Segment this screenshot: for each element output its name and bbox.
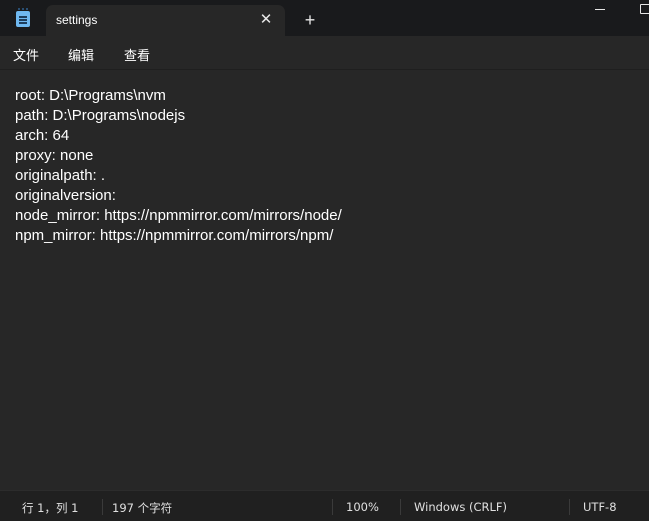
cursor-position: 行 1，列 1 [22,501,79,515]
maximize-icon[interactable] [640,4,649,14]
editor-line: proxy: none [15,147,94,164]
menu-edit[interactable]: 编辑 [68,45,94,64]
status-bar: 行 1，列 1 197 个字符 100% Windows (CRLF) UTF-… [0,490,649,521]
editor-line: node_mirror: https://npmmirror.com/mirro… [15,207,342,224]
close-tab-icon[interactable]: ✕ [255,9,277,31]
title-bar: settings ✕ + [0,0,649,36]
status-divider [332,499,333,515]
zoom-level[interactable]: 100% [346,500,379,514]
status-divider [102,499,103,515]
menu-view[interactable]: 查看 [124,45,150,64]
editor-line: originalpath: . [15,167,106,184]
status-divider [400,499,401,515]
editor-line: path: D:\Programs\nodejs [15,107,186,124]
text-editor[interactable]: root: D:\Programs\nvm path: D:\Programs\… [0,70,649,490]
menu-bar: 文件 编辑 查看 [0,36,649,70]
editor-line: originalversion: [15,187,116,204]
minimize-icon[interactable] [595,9,605,10]
status-divider [569,499,570,515]
editor-line: npm_mirror: https://npmmirror.com/mirror… [15,227,334,244]
character-count: 197 个字符 [112,501,173,515]
menu-file[interactable]: 文件 [13,45,39,64]
line-ending[interactable]: Windows (CRLF) [414,500,507,514]
tab-settings[interactable]: settings ✕ [46,5,285,36]
encoding[interactable]: UTF-8 [583,500,617,514]
new-tab-button[interactable]: + [297,7,323,33]
tab-title: settings [56,13,98,27]
editor-line: arch: 64 [15,127,70,144]
notepad-icon [16,8,30,27]
editor-line: root: D:\Programs\nvm [15,87,166,104]
